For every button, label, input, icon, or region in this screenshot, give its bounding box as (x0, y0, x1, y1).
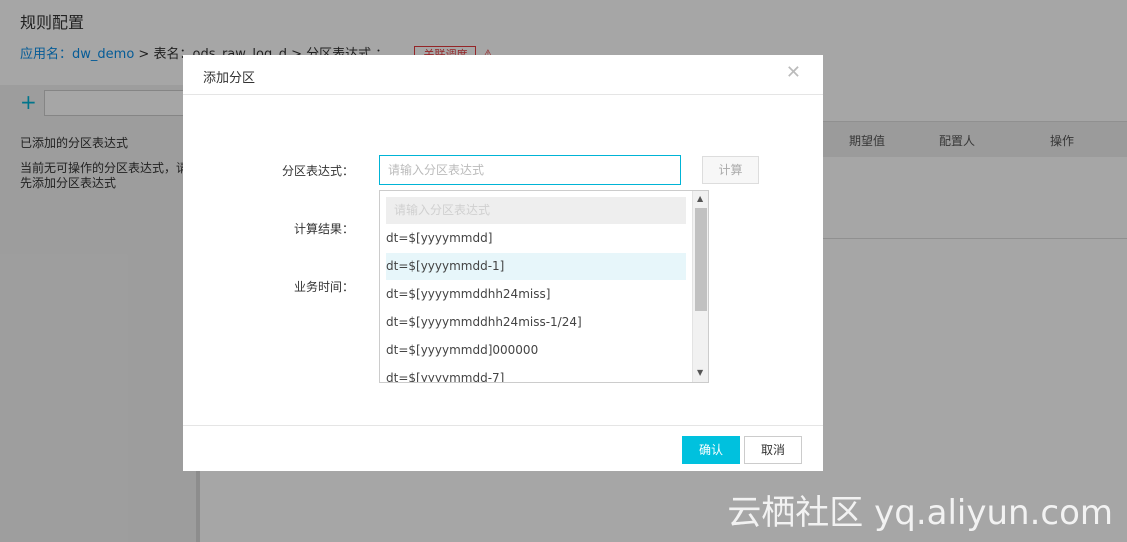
dialog-header: 添加分区 ✕ (183, 55, 823, 95)
scroll-down-icon[interactable]: ▼ (697, 369, 703, 377)
expression-label: 分区表达式： (281, 164, 354, 178)
expression-input[interactable] (379, 155, 681, 185)
confirm-button[interactable]: 确认 (682, 436, 740, 464)
dropdown-scrollbar[interactable]: ▲ ▼ (692, 191, 708, 382)
calculate-button[interactable]: 计算 (702, 156, 759, 184)
watermark: 云栖社区 yq.aliyun.com (727, 493, 1113, 533)
scrollbar-thumb[interactable] (695, 208, 707, 311)
dropdown-option[interactable]: dt=$[yyyymmdd]000000 (386, 337, 686, 364)
dropdown-option[interactable]: dt=$[yyyymmdd-7] (386, 365, 686, 382)
cancel-button[interactable]: 取消 (744, 436, 802, 464)
dialog-title: 添加分区 (203, 71, 256, 86)
dropdown-option[interactable]: dt=$[yyyymmdd] (386, 225, 686, 252)
add-partition-dialog: 添加分区 ✕ 分区表达式： 计算 计算结果： 业务时间： 请输入分区表达式 dt… (183, 55, 823, 471)
dropdown-option-highlighted[interactable]: dt=$[yyyymmdd-1] (386, 253, 686, 280)
close-icon[interactable]: ✕ (786, 64, 801, 82)
dropdown-option[interactable]: dt=$[yyyymmddhh24miss-1/24] (386, 309, 686, 336)
scroll-up-icon[interactable]: ▲ (697, 195, 703, 203)
expression-dropdown: 请输入分区表达式 dt=$[yyyymmdd] dt=$[yyyymmdd-1]… (379, 190, 709, 383)
dialog-footer: 确认 取消 (183, 425, 823, 471)
dropdown-option[interactable]: dt=$[yyyymmddhh24miss] (386, 281, 686, 308)
business-time-label: 业务时间： (293, 280, 354, 294)
result-label: 计算结果： (293, 222, 354, 236)
dropdown-placeholder: 请输入分区表达式 (386, 197, 686, 224)
